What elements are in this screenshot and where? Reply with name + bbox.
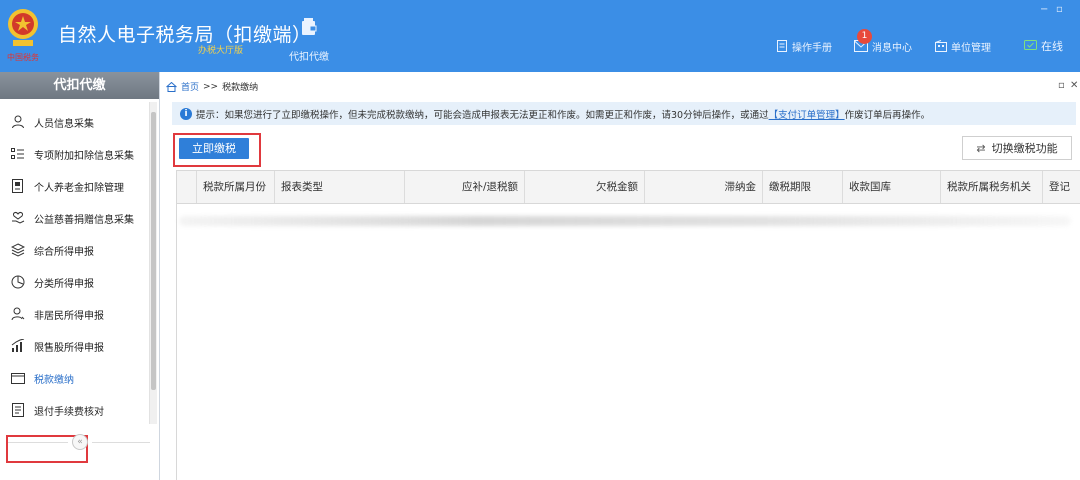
sidebar-item-special-deduction[interactable]: 专项附加扣除信息采集 bbox=[0, 138, 148, 170]
message-center-label: 消息中心 bbox=[872, 42, 912, 54]
column-header-report-type[interactable]: 报表类型 bbox=[275, 171, 405, 203]
column-header-late-fee[interactable]: 滞纳金 bbox=[645, 171, 763, 203]
switch-payment-function-button[interactable]: ⇄ 切换缴税功能 bbox=[962, 136, 1072, 160]
sidebar-item-label: 个人养老金扣除管理 bbox=[34, 182, 124, 194]
column-header-treasury[interactable]: 收款国库 bbox=[843, 171, 941, 203]
online-status-label: 在线 bbox=[1041, 40, 1063, 53]
wallet-icon bbox=[302, 18, 317, 35]
layers-icon bbox=[10, 242, 26, 258]
building-icon bbox=[935, 40, 947, 52]
minimize-button[interactable]: − bbox=[1040, 4, 1048, 15]
sidebar-item-nonresident-income[interactable]: 非居民所得申报 bbox=[0, 298, 148, 330]
donation-icon bbox=[10, 210, 26, 226]
sidebar-item-label: 人员信息采集 bbox=[34, 118, 94, 130]
column-header-tax-authority[interactable]: 税款所属税务机关 bbox=[941, 171, 1043, 203]
switch-payment-function-label: 切换缴税功能 bbox=[991, 142, 1058, 155]
sidebar: 代扣代缴 人员信息采集 专项附加扣除信息采集 个人养老金扣除管理 公益慈善捐赠信… bbox=[0, 72, 160, 480]
online-status-button[interactable]: 在线 bbox=[1024, 38, 1063, 54]
pay-now-button[interactable]: 立即缴税 bbox=[179, 138, 249, 159]
sidebar-item-label: 综合所得申报 bbox=[34, 246, 94, 258]
message-badge: 1 bbox=[857, 29, 872, 44]
divider bbox=[92, 442, 150, 443]
sidebar-item-donation[interactable]: 公益慈善捐赠信息采集 bbox=[0, 202, 148, 234]
message-center-button[interactable]: 1 消息中心 bbox=[854, 29, 912, 54]
unit-management-button[interactable]: 单位管理 bbox=[935, 38, 991, 54]
column-header-tax-payable[interactable]: 应补/退税额 bbox=[405, 171, 525, 203]
close-panel-button[interactable]: ✕ bbox=[1070, 80, 1078, 91]
column-header-registration[interactable]: 登记 bbox=[1043, 171, 1080, 203]
sidebar-item-label: 限售股所得申报 bbox=[34, 342, 104, 354]
sidebar-item-label: 税款缴纳 bbox=[34, 374, 74, 386]
folder-icon bbox=[10, 370, 26, 386]
sidebar-item-label: 退付手续费核对 bbox=[34, 406, 104, 418]
maximize-button[interactable]: ▫ bbox=[1056, 4, 1063, 15]
column-header-tax-arrears[interactable]: 欠税金额 bbox=[525, 171, 645, 203]
info-icon: i bbox=[180, 107, 192, 120]
table-row[interactable] bbox=[179, 216, 1071, 226]
table-header: 税款所属月份 报表类型 应补/退税额 欠税金额 滞纳金 缴税期限 收款国库 税款… bbox=[177, 171, 1080, 204]
column-header-select[interactable] bbox=[177, 171, 197, 203]
sidebar-item-personnel-info[interactable]: 人员信息采集 bbox=[0, 106, 148, 138]
bar-chart-icon bbox=[10, 338, 26, 354]
sidebar-item-label: 分类所得申报 bbox=[34, 278, 94, 290]
app-subtitle: 办税大厅版 bbox=[198, 46, 244, 56]
home-icon bbox=[166, 81, 177, 92]
sidebar-item-comprehensive-income[interactable]: 综合所得申报 bbox=[0, 234, 148, 266]
breadcrumb-home-link[interactable]: 首页 bbox=[181, 80, 199, 93]
sidebar-item-label: 非居民所得申报 bbox=[34, 310, 104, 322]
sidebar-item-pension[interactable]: 个人养老金扣除管理 bbox=[0, 170, 148, 202]
receipt-icon bbox=[10, 402, 26, 418]
user-icon bbox=[10, 306, 26, 322]
notice-text-suffix: 作废订单后再操作。 bbox=[844, 109, 931, 121]
title-bar: 中国税务 自然人电子税务局（扣缴端） 办税大厅版 代扣代缴 操作手册 1 消息中… bbox=[0, 0, 1080, 72]
swap-icon: ⇄ bbox=[976, 141, 986, 155]
sidebar-item-refund-fee-check[interactable]: 退付手续费核对 bbox=[0, 394, 148, 426]
sidebar-item-classified-income[interactable]: 分类所得申报 bbox=[0, 266, 148, 298]
breadcrumb-separator: >> bbox=[203, 81, 219, 92]
tab-withholding[interactable]: 代扣代缴 bbox=[282, 14, 336, 68]
collapse-sidebar-button[interactable]: « bbox=[72, 434, 88, 450]
sidebar-item-restricted-shares[interactable]: 限售股所得申报 bbox=[0, 330, 148, 362]
breadcrumb: 首页 >> 税款缴纳 bbox=[166, 80, 258, 93]
sidebar-item-tax-payment[interactable]: 税款缴纳 bbox=[0, 362, 148, 394]
table-body bbox=[177, 204, 1080, 480]
column-header-deadline[interactable]: 缴税期限 bbox=[763, 171, 843, 203]
restore-panel-button[interactable]: ▫ bbox=[1058, 80, 1065, 91]
person-icon bbox=[10, 114, 26, 130]
notice-bar: i 提示：如果您进行了立即缴税操作，但未完成税款缴纳，可能会造成申报表无法更正和… bbox=[172, 102, 1076, 125]
document-icon bbox=[777, 40, 787, 52]
payment-order-management-link[interactable]: 【支付订单管理】 bbox=[769, 107, 845, 121]
sidebar-item-label: 专项附加扣除信息采集 bbox=[34, 150, 134, 162]
notice-text: 提示：如果您进行了立即缴税操作，但未完成税款缴纳，可能会造成申报表无法更正和作废… bbox=[196, 109, 769, 121]
online-icon bbox=[1024, 40, 1037, 50]
list-icon bbox=[10, 146, 26, 162]
main-panel: 首页 >> 税款缴纳 ▫ ✕ i 提示：如果您进行了立即缴税操作，但未完成税款缴… bbox=[160, 72, 1080, 480]
divider bbox=[8, 442, 68, 443]
sidebar-scroll-thumb[interactable] bbox=[151, 112, 156, 390]
sidebar-title: 代扣代缴 bbox=[0, 72, 159, 99]
emblem-caption: 中国税务 bbox=[7, 52, 39, 62]
unit-management-label: 单位管理 bbox=[951, 42, 991, 54]
breadcrumb-current: 税款缴纳 bbox=[222, 83, 259, 93]
pie-icon bbox=[10, 274, 26, 290]
tax-emblem-logo: 中国税务 bbox=[4, 4, 42, 64]
manual-button[interactable]: 操作手册 bbox=[776, 38, 832, 54]
pension-icon bbox=[10, 178, 26, 194]
app-title: 自然人电子税务局（扣缴端） bbox=[58, 24, 312, 46]
tab-withholding-label: 代扣代缴 bbox=[289, 52, 329, 63]
column-header-tax-month[interactable]: 税款所属月份 bbox=[197, 171, 275, 203]
tax-payment-table: 税款所属月份 报表类型 应补/退税额 欠税金额 滞纳金 缴税期限 收款国库 税款… bbox=[176, 170, 1080, 480]
sidebar-item-label: 公益慈善捐赠信息采集 bbox=[34, 214, 134, 226]
manual-label: 操作手册 bbox=[792, 42, 832, 54]
